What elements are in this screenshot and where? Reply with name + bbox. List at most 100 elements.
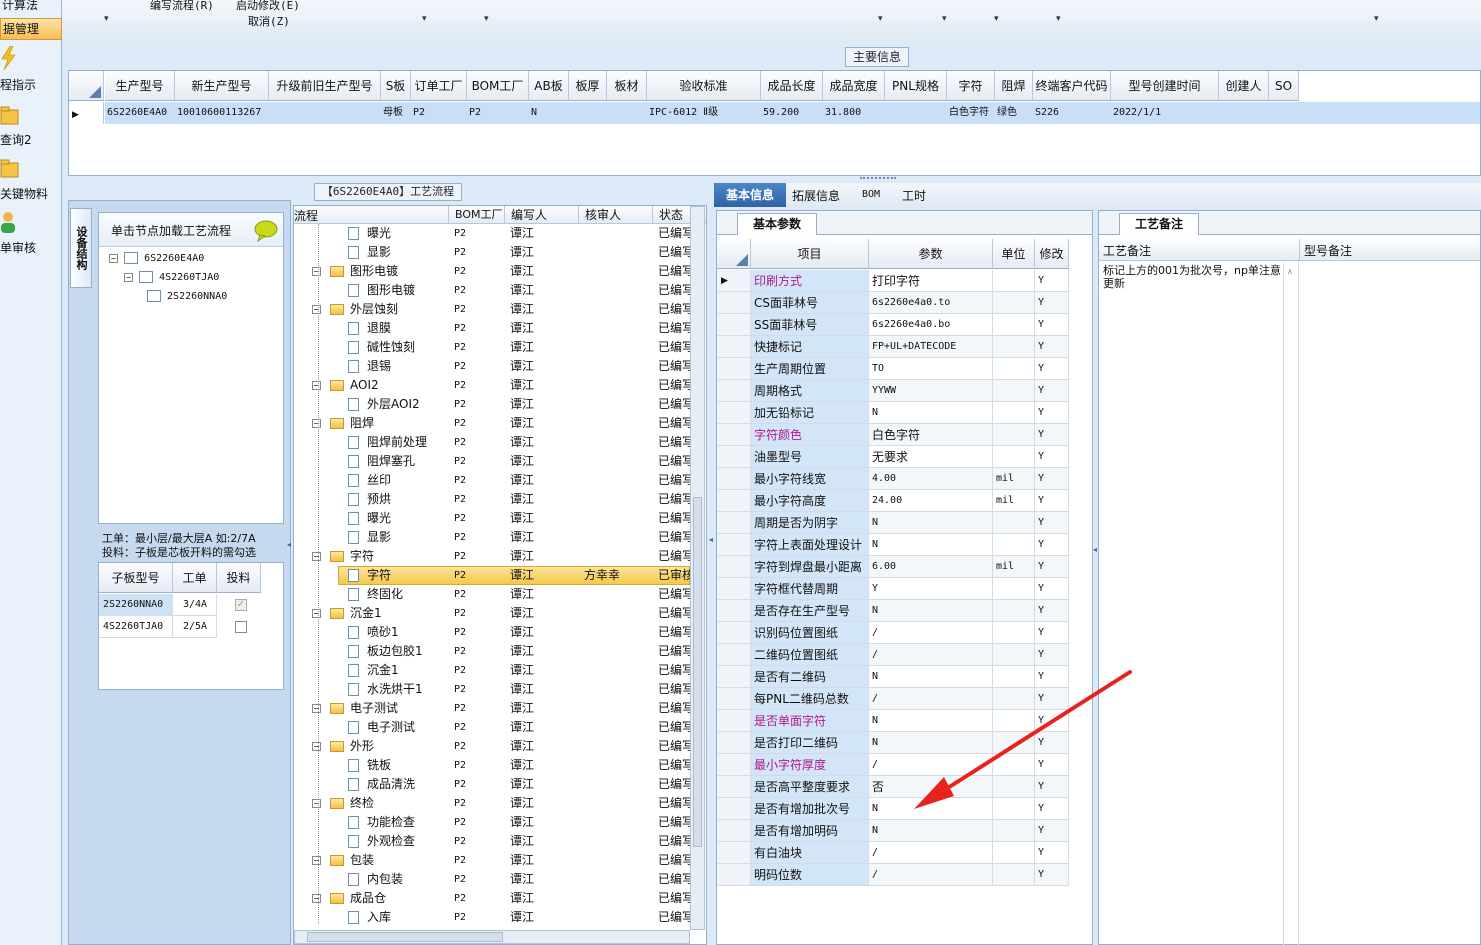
param-value[interactable]: 打印字符 xyxy=(869,270,993,292)
chevron-down-icon[interactable]: ▾ xyxy=(942,14,947,24)
row-cell[interactable]: 母板 xyxy=(381,102,411,124)
param-value[interactable]: TO xyxy=(869,358,993,380)
expand-toggle-icon[interactable]: − xyxy=(312,704,321,713)
process-row[interactable]: 显影 P2 谭江 已编写 xyxy=(294,528,690,547)
chevron-down-icon[interactable]: ▾ xyxy=(1374,14,1379,24)
tab-device-structure[interactable]: 设备结构 xyxy=(70,208,92,288)
tab-extended-info[interactable]: 拓展信息 xyxy=(792,187,840,204)
param-value[interactable]: / xyxy=(869,842,993,864)
param-value[interactable]: N xyxy=(869,534,993,556)
nav-item-data-mgmt[interactable]: 据管理 xyxy=(0,18,62,40)
tree-node-grandchild[interactable]: 2S2260NNA0 xyxy=(147,287,227,306)
process-row[interactable]: 丝印 P2 谭江 已编写 xyxy=(294,471,690,490)
param-value[interactable]: 24.00 xyxy=(869,490,993,512)
row-cell[interactable]: 10010600113267 xyxy=(175,102,269,124)
param-row[interactable]: 识别码位置图纸 / Y xyxy=(717,622,1092,644)
sub-model-cell[interactable]: 4S2260TJA0 xyxy=(99,616,173,638)
param-value[interactable]: 无要求 xyxy=(869,446,993,468)
process-row[interactable]: 成品清洗 P2 谭江 已编写 xyxy=(294,775,690,794)
process-row[interactable]: 碱性蚀刻 P2 谭江 已编写 xyxy=(294,338,690,357)
chevron-down-icon[interactable]: ▾ xyxy=(422,14,427,24)
param-row[interactable]: 油墨型号 无要求 Y xyxy=(717,446,1092,468)
process-row[interactable]: 喷砂1 P2 谭江 已编写 xyxy=(294,623,690,642)
expand-toggle-icon[interactable]: − xyxy=(312,552,321,561)
scroll-thumb[interactable] xyxy=(307,932,503,942)
tab-labor-hours[interactable]: 工时 xyxy=(902,187,926,204)
row-cell[interactable]: P2 xyxy=(467,102,529,124)
feed-checkbox[interactable]: ✓ xyxy=(235,599,247,611)
chevron-down-icon[interactable]: ▾ xyxy=(104,14,109,24)
feed-checkbox[interactable] xyxy=(235,621,247,633)
process-row[interactable]: 图形电镀 P2 谭江 已编写 xyxy=(294,281,690,300)
start-modify-button[interactable]: 启动修改(E) xyxy=(236,0,300,13)
param-row[interactable]: 字符框代替周期 Y Y xyxy=(717,578,1092,600)
process-row[interactable]: − 成品仓 P2 谭江 已编写 xyxy=(294,889,690,908)
param-value[interactable]: 白色字符 xyxy=(869,424,993,446)
param-row[interactable]: 周期是否为阴字 N Y xyxy=(717,512,1092,534)
param-value[interactable]: N xyxy=(869,820,993,842)
row-cell[interactable]: 6S2260E4A0 xyxy=(105,102,175,124)
process-row[interactable]: − 图形电镀 P2 谭江 已编写 xyxy=(294,262,690,281)
param-row[interactable]: 最小字符线宽 4.00 mil Y xyxy=(717,468,1092,490)
tree-node-root[interactable]: − 6S2260E4A0 xyxy=(109,249,204,268)
process-row[interactable]: − 终检 P2 谭江 已编写 xyxy=(294,794,690,813)
process-row[interactable]: − 阻焊 P2 谭江 已编写 xyxy=(294,414,690,433)
expand-toggle-icon[interactable]: − xyxy=(312,856,321,865)
process-row[interactable]: 显影 P2 谭江 已编写 xyxy=(294,243,690,262)
row-cell[interactable] xyxy=(269,102,381,124)
row-cell[interactable] xyxy=(1219,102,1269,124)
tab-process-remark[interactable]: 工艺备注 xyxy=(1119,213,1199,235)
expand-toggle-icon[interactable]: − xyxy=(312,894,321,903)
tab-bom[interactable]: BOM xyxy=(862,189,880,200)
chevron-down-icon[interactable]: ▾ xyxy=(878,14,883,24)
process-row[interactable]: 字符 P2 谭江 方幸幸 已审核 xyxy=(294,566,690,585)
process-row[interactable]: 内包装 P2 谭江 已编写 xyxy=(294,870,690,889)
splitter-arrow-icon[interactable]: ◂ xyxy=(1093,545,1097,554)
process-row[interactable]: − 字符 P2 谭江 已编写 xyxy=(294,547,690,566)
cancel-button[interactable]: 取消(Z) xyxy=(248,13,290,29)
param-value[interactable]: 6s2260e4a0.to xyxy=(869,292,993,314)
param-row[interactable]: 是否有增加明码 N Y xyxy=(717,820,1092,842)
expand-toggle-icon[interactable]: − xyxy=(312,742,321,751)
process-row[interactable]: 外观检查 P2 谭江 已编写 xyxy=(294,832,690,851)
process-row[interactable]: 阻焊塞孔 P2 谭江 已编写 xyxy=(294,452,690,471)
chevron-down-icon[interactable]: ▾ xyxy=(484,14,489,24)
process-remark-text[interactable]: 标记上方的001为批次号，np单注意更新 xyxy=(1103,264,1283,290)
nav-item-query2[interactable]: 查询2 xyxy=(0,131,62,148)
tab-basic-params[interactable]: 基本参数 xyxy=(737,213,817,235)
tab-basic-info[interactable]: 基本信息 xyxy=(714,183,786,207)
param-row[interactable]: 有白油块 / Y xyxy=(717,842,1092,864)
write-flow-button[interactable]: 编写流程(R) xyxy=(150,0,214,13)
expand-toggle-icon[interactable]: − xyxy=(312,305,321,314)
row-cell[interactable]: 59.200 xyxy=(761,102,823,124)
param-value[interactable]: YYWW xyxy=(869,380,993,402)
process-row[interactable]: 水洗烘干1 P2 谭江 已编写 xyxy=(294,680,690,699)
sub-model-cell[interactable]: 2S2260NNA0 xyxy=(99,594,173,616)
splitter-arrow-icon[interactable]: ◂ xyxy=(709,535,713,544)
process-row[interactable]: 电子测试 P2 谭江 已编写 xyxy=(294,718,690,737)
row-cell[interactable]: 2022/1/1 xyxy=(1111,102,1219,124)
row-cell[interactable]: IPC-6012 Ⅱ级 xyxy=(647,102,761,124)
row-cell[interactable]: S226 xyxy=(1033,102,1111,124)
param-row[interactable]: 生产周期位置 TO Y xyxy=(717,358,1092,380)
process-row[interactable]: − 包装 P2 谭江 已编写 xyxy=(294,851,690,870)
process-row[interactable]: 预烘 P2 谭江 已编写 xyxy=(294,490,690,509)
expand-toggle-icon[interactable]: − xyxy=(312,381,321,390)
nav-item-process[interactable]: 程指示 xyxy=(0,76,62,93)
param-row[interactable]: 快捷标记 FP+UL+DATECODE Y xyxy=(717,336,1092,358)
param-row[interactable]: 字符到焊盘最小距离 6.00 mil Y xyxy=(717,556,1092,578)
param-row[interactable]: ▶ 印刷方式 打印字符 Y xyxy=(717,270,1092,292)
row-cell[interactable] xyxy=(1269,102,1299,124)
param-value[interactable]: 6s2260e4a0.bo xyxy=(869,314,993,336)
nav-item-review[interactable]: 单审核 xyxy=(0,239,62,256)
expand-toggle-icon[interactable]: − xyxy=(312,267,321,276)
process-row[interactable]: 曝光 P2 谭江 已编写 xyxy=(294,224,690,243)
expand-toggle-icon[interactable]: − xyxy=(312,609,321,618)
param-value[interactable]: FP+UL+DATECODE xyxy=(869,336,993,358)
param-value[interactable]: / xyxy=(869,864,993,886)
process-row[interactable]: − 外层蚀刻 P2 谭江 已编写 xyxy=(294,300,690,319)
process-row[interactable]: 退膜 P2 谭江 已编写 xyxy=(294,319,690,338)
row-cell[interactable] xyxy=(569,102,607,124)
row-cell[interactable]: 31.800 xyxy=(823,102,885,124)
param-row[interactable]: 最小字符高度 24.00 mil Y xyxy=(717,490,1092,512)
